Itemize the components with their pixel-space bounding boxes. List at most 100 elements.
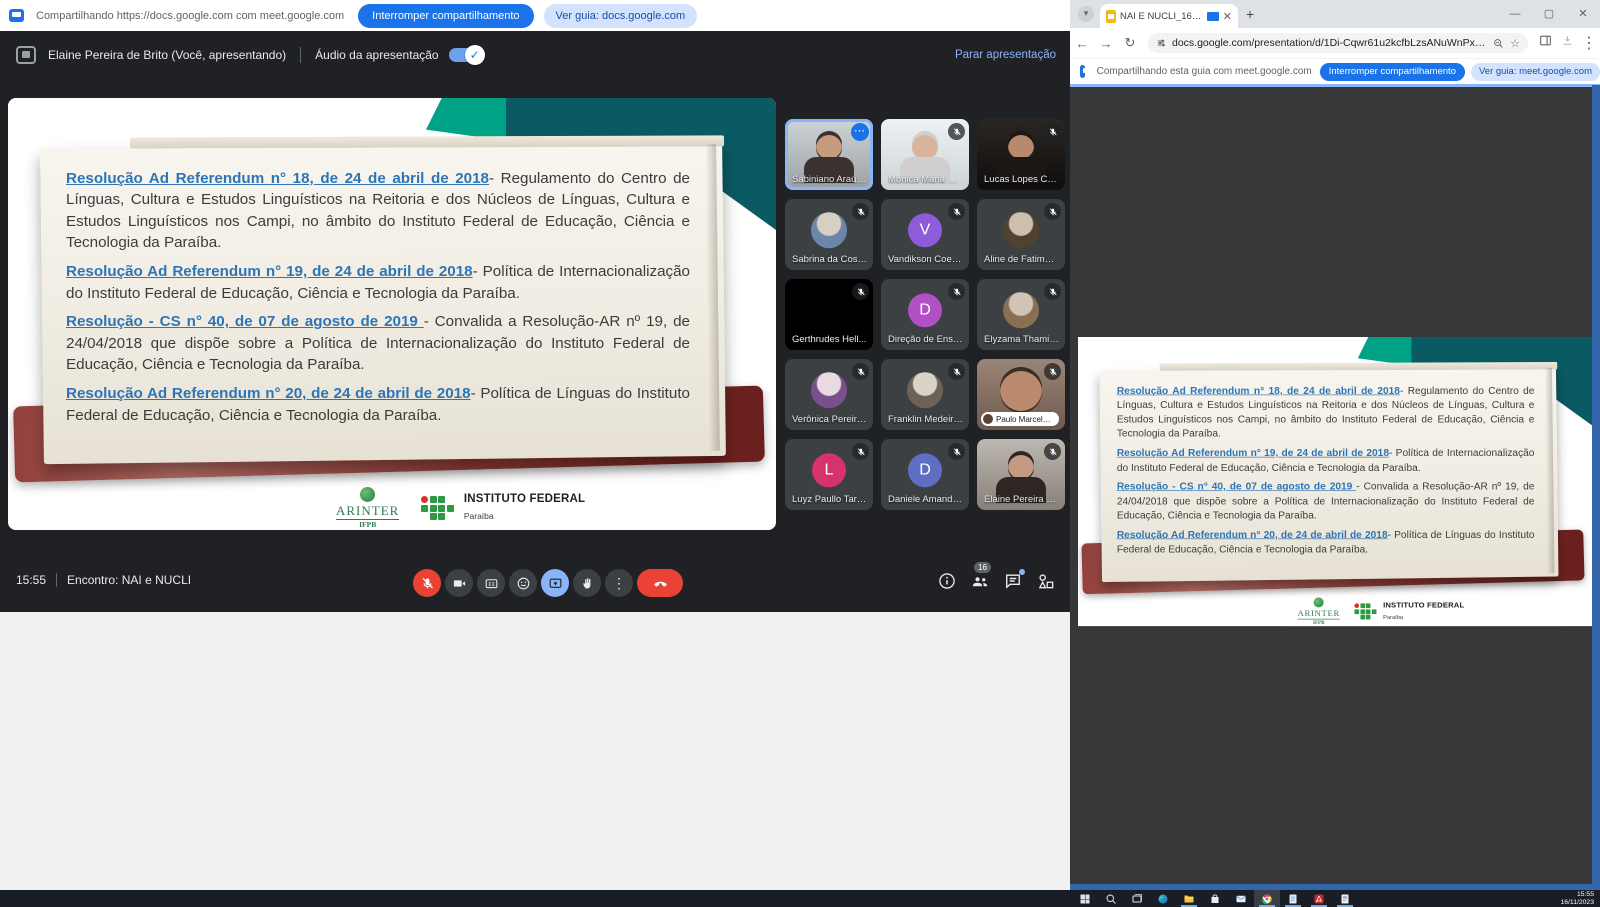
resolution-link[interactable]: Resolução Ad Referendum n° 20, de 24 de … [66,385,471,402]
institute-campus: Paraíba [1383,613,1403,620]
resolution-link[interactable]: Resolução Ad Referendum n° 19, de 24 de … [66,263,473,280]
reactions-button[interactable] [509,569,537,597]
call-controls: ⋮ [413,569,683,597]
url-text[interactable]: docs.google.com/presentation/d/1Di-Cqwr6… [1172,37,1487,49]
participant-tile[interactable]: LLuyz Paullo Targi... [785,439,873,510]
participant-tile[interactable]: VVandikson Coelh... [881,199,969,270]
camera-button[interactable] [445,569,473,597]
participant-name: Elaine Pereira de... [984,494,1059,505]
end-call-button[interactable] [637,569,683,597]
mic-off-button[interactable] [413,569,441,597]
tab-close-icon[interactable]: ✕ [1223,10,1232,23]
participant-tile[interactable]: Lucas Lopes Cos... [977,119,1065,190]
chat-button[interactable] [1003,571,1023,591]
side-panel-icon[interactable] [1534,34,1556,52]
downloads-icon[interactable] [1556,34,1578,52]
zoom-icon[interactable] [1493,38,1504,49]
taskbar-notepad-icon[interactable] [1280,890,1306,907]
taskbar-mail-icon[interactable] [1228,890,1254,907]
info-button[interactable] [937,571,957,591]
participant-tile[interactable]: Aline de Fatima ... [977,199,1065,270]
address-bar[interactable]: docs.google.com/presentation/d/1Di-Cqwr6… [1148,33,1528,53]
forward-button[interactable]: → [1094,36,1118,51]
raise-hand-button[interactable] [573,569,601,597]
mic-off-icon [948,363,965,380]
institute-title: INSTITUTO FEDERAL [1383,601,1464,609]
activities-button[interactable] [1036,571,1056,591]
participant-tile[interactable]: Sabrina da Costa... [785,199,873,270]
taskbar-chrome-icon[interactable] [1254,890,1280,907]
tab-slides[interactable]: NAI E NUCLI_16/11/2023.p... ✕ [1100,4,1238,28]
participant-tile[interactable]: Sabiniano Araújo...⋯ [785,119,873,190]
participant-tile[interactable]: Gerthrudes Hell... [785,279,873,350]
resolution-link[interactable]: Resolução - CS n° 40, de 07 de agosto de… [1117,481,1356,492]
meet-presenter-bar: Elaine Pereira de Brito (Você, apresenta… [0,40,1070,70]
screen: Compartilhando https://docs.google.com c… [0,0,1600,907]
stop-presenting-link[interactable]: Parar apresentação [955,40,1056,70]
slide-canvas: Resolução Ad Referendum n° 18, de 24 de … [1078,337,1592,626]
taskbar-store-icon[interactable] [1202,890,1228,907]
taskbar-date: 16/11/2023 [1560,899,1594,907]
stop-sharing-button[interactable]: Interromper compartilhamento [1320,63,1465,81]
avatar [983,414,993,424]
resolution-link[interactable]: Resolução Ad Referendum n° 18, de 24 de … [1117,385,1400,396]
stop-sharing-button[interactable]: Interromper compartilhamento [358,4,533,28]
close-button[interactable]: ✕ [1566,0,1600,28]
taskbar-edge-icon[interactable] [1150,890,1176,907]
slide: Resolução Ad Referendum n° 18, de 24 de … [8,98,776,530]
slide: Resolução Ad Referendum n° 18, de 24 de … [1078,337,1592,626]
taskbar-document-icon[interactable] [1332,890,1358,907]
participant-tile[interactable]: Franklin Medeiro... [881,359,969,430]
participant-name-pill: Paulo Marcelo... [981,412,1059,426]
resolution-link[interactable]: Resolução - CS n° 40, de 07 de agosto de… [66,313,424,330]
taskbar-explorer-icon[interactable] [1176,890,1202,907]
meeting-info: 15:55 Encontro: NAI e NUCLI [16,573,191,587]
participant-tile[interactable]: Monica Maria Mo... [881,119,969,190]
participant-name: Daniele Amanda ... [888,494,963,505]
participant-tile[interactable]: Elyzama Thamiry... [977,279,1065,350]
tile-options-icon[interactable]: ⋯ [851,123,869,141]
more-options-button[interactable]: ⋮ [605,569,633,597]
participants-button[interactable]: 16 [970,571,990,591]
chrome-menu-icon[interactable]: ⋮ [1578,33,1600,53]
taskbar-start-icon[interactable] [1072,890,1098,907]
site-info-icon[interactable] [1156,38,1166,48]
resolution-link[interactable]: Resolução Ad Referendum n° 19, de 24 de … [1117,448,1389,459]
resolution-link[interactable]: Resolução Ad Referendum n° 18, de 24 de … [66,170,489,187]
view-tab-button[interactable]: Ver guia: meet.google.com [1471,63,1600,81]
captions-button[interactable] [477,569,505,597]
minimize-button[interactable]: — [1498,0,1532,28]
view-tab-button[interactable]: Ver guia: docs.google.com [544,4,698,28]
meet-window: Elaine Pereira de Brito (Você, apresenta… [0,31,1070,612]
meet-panel-buttons: 16 [937,571,1056,591]
bookmark-star-icon[interactable]: ☆ [1510,37,1520,50]
participant-tile[interactable]: Elaine Pereira de... [977,439,1065,510]
participant-name: Vandikson Coelh... [888,254,963,265]
participant-tile[interactable]: Paulo Marcelo... [977,359,1065,430]
participant-name: Elyzama Thamiry... [984,334,1059,345]
back-button[interactable]: ← [1070,36,1094,51]
presentation-audio-toggle[interactable]: ✓ [449,48,483,62]
resolution-link[interactable]: Resolução Ad Referendum n° 20, de 24 de … [1117,529,1388,540]
slide-paragraph: Resolução Ad Referendum n° 18, de 24 de … [66,168,690,254]
chrome-share-banner-right: Compartilhando esta guia com meet.google… [1070,58,1600,84]
reload-button[interactable]: ↻ [1118,35,1142,51]
taskbar-clock[interactable]: 15:55 16/11/2023 [1560,891,1594,907]
avatar-initial: D [908,294,942,328]
taskbar-time: 15:55 [1560,891,1594,899]
mic-off-icon [948,283,965,300]
maximize-button[interactable]: ▢ [1532,0,1566,28]
arinter-wordmark: ARINTER [1298,608,1340,619]
institute-campus: Paraíba [464,511,494,521]
participant-tile[interactable]: DDaniele Amanda ... [881,439,969,510]
screen-share-icon [1080,65,1085,78]
new-tab-button[interactable]: + [1246,6,1254,22]
mic-off-icon [948,123,965,140]
participant-tile[interactable]: DDireção de Ensin... [881,279,969,350]
tab-search-button[interactable]: ▾ [1078,6,1094,22]
taskbar-taskview-icon[interactable] [1124,890,1150,907]
taskbar-search-icon[interactable] [1098,890,1124,907]
taskbar-acrobat-icon[interactable] [1306,890,1332,907]
present-button[interactable] [541,569,569,597]
participant-tile[interactable]: Verônica Pereira ... [785,359,873,430]
